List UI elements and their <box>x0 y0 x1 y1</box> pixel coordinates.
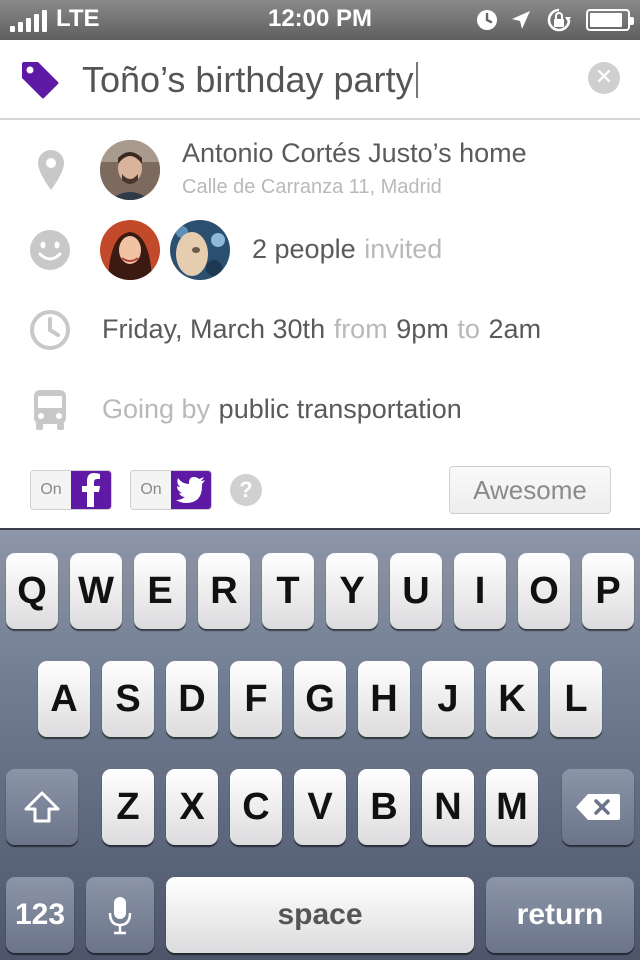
invitee-suffix: invited <box>364 234 443 264</box>
transport-prefix: Going by <box>102 394 211 424</box>
location-name[interactable]: Antonio Cortés Justo’s home <box>182 138 527 169</box>
host-avatar-image <box>100 140 160 200</box>
location-address: Calle de Carranza 11, Madrid <box>182 176 442 198</box>
event-title-text: Toño’s birthday party <box>82 59 414 100</box>
event-day: Friday, March 30th <box>102 314 326 344</box>
event-title-input[interactable]: Toño’s birthday party <box>82 56 418 104</box>
end-time: 2am <box>488 314 542 344</box>
key-c[interactable]: C <box>230 769 282 845</box>
key-f[interactable]: F <box>230 661 282 737</box>
invitee-avatar-image <box>100 220 160 280</box>
numbers-key[interactable]: 123 <box>6 877 74 953</box>
key-r[interactable]: R <box>198 553 250 629</box>
transport-mode: public transportation <box>218 394 462 424</box>
key-z[interactable]: Z <box>102 769 154 845</box>
key-w[interactable]: W <box>70 553 122 629</box>
key-b[interactable]: B <box>358 769 410 845</box>
key-s[interactable]: S <box>102 661 154 737</box>
invitee-avatar[interactable] <box>170 220 230 280</box>
key-e[interactable]: E <box>134 553 186 629</box>
clock-icon <box>30 310 70 350</box>
dictation-key[interactable] <box>86 877 154 953</box>
twitter-toggle-state: On <box>131 471 171 509</box>
host-avatar[interactable] <box>100 140 160 200</box>
key-y[interactable]: Y <box>326 553 378 629</box>
price-tag-icon <box>22 62 59 99</box>
facebook-toggle-state: On <box>31 471 71 509</box>
battery-level <box>590 13 623 27</box>
key-n[interactable]: N <box>422 769 474 845</box>
twitter-toggle[interactable]: On <box>130 470 212 510</box>
key-d[interactable]: D <box>166 661 218 737</box>
facebook-icon <box>71 471 111 509</box>
key-o[interactable]: O <box>518 553 570 629</box>
alarm-clock-icon <box>477 10 497 30</box>
shift-arrow-icon <box>24 791 60 823</box>
backspace-key[interactable] <box>562 769 634 845</box>
keyboard: Q W E R T Y U I O P A S D F G H J K L Z … <box>0 528 640 960</box>
help-button[interactable]: ? <box>230 474 262 506</box>
key-x[interactable]: X <box>166 769 218 845</box>
transport-choice[interactable]: Going by public transportation <box>102 394 462 425</box>
key-i[interactable]: I <box>454 553 506 629</box>
key-q[interactable]: Q <box>6 553 58 629</box>
battery-icon <box>586 9 634 31</box>
microphone-icon <box>108 897 132 935</box>
awesome-button[interactable]: Awesome <box>449 466 611 514</box>
key-u[interactable]: U <box>390 553 442 629</box>
event-title-bar: Toño’s birthday party ✕ <box>0 40 640 120</box>
return-key[interactable]: return <box>486 877 634 953</box>
twitter-bird-icon <box>171 471 211 509</box>
shift-key[interactable] <box>6 769 78 845</box>
event-schedule[interactable]: Friday, March 30th from 9pm to 2am <box>102 314 541 345</box>
key-t[interactable]: T <box>262 553 314 629</box>
invitee-count: 2 people <box>252 234 356 264</box>
key-l[interactable]: L <box>550 661 602 737</box>
invitee-avatar[interactable] <box>100 220 160 280</box>
invitee-summary[interactable]: 2 people invited <box>252 234 442 265</box>
space-key[interactable]: space <box>166 877 474 953</box>
key-k[interactable]: K <box>486 661 538 737</box>
event-details: Antonio Cortés Justo’s home Calle de Car… <box>0 122 640 528</box>
map-pin-icon <box>38 150 64 190</box>
key-h[interactable]: H <box>358 661 410 737</box>
status-icons <box>476 7 634 33</box>
clear-icon[interactable]: ✕ <box>588 62 620 94</box>
bus-icon <box>34 390 66 430</box>
key-p[interactable]: P <box>582 553 634 629</box>
to-word: to <box>457 314 480 344</box>
key-g[interactable]: G <box>294 661 346 737</box>
invitee-avatar-image <box>170 220 230 280</box>
key-m[interactable]: M <box>486 769 538 845</box>
facebook-toggle[interactable]: On <box>30 470 112 510</box>
text-caret <box>415 62 418 98</box>
rotation-lock-icon <box>547 8 571 32</box>
smiley-icon <box>30 230 70 270</box>
start-time: 9pm <box>396 314 449 344</box>
backspace-icon <box>576 794 620 820</box>
from-word: from <box>333 314 388 344</box>
location-arrow-icon <box>512 11 530 29</box>
key-v[interactable]: V <box>294 769 346 845</box>
key-j[interactable]: J <box>422 661 474 737</box>
status-bar: LTE 12:00 PM <box>0 0 640 40</box>
key-a[interactable]: A <box>38 661 90 737</box>
